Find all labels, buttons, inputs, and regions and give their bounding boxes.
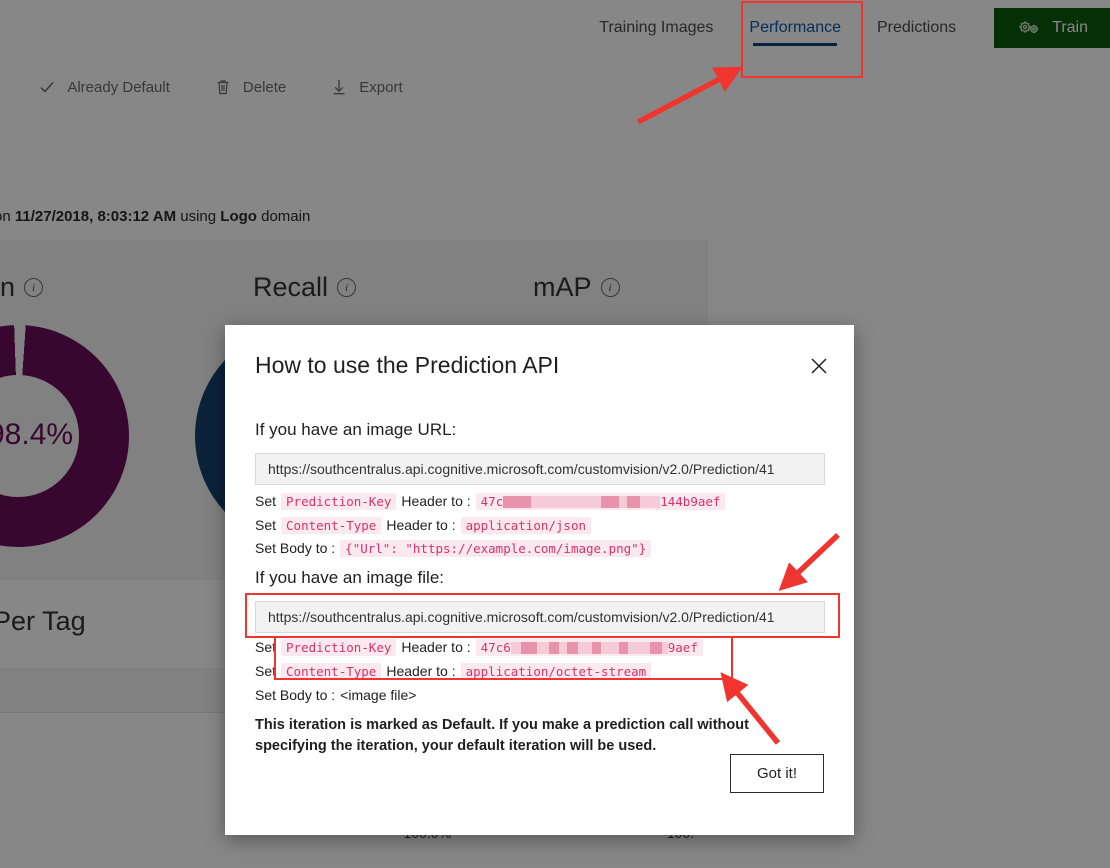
redaction-block xyxy=(531,495,546,508)
set-body-label: Set Body to : xyxy=(255,540,336,556)
redaction-block xyxy=(520,641,537,654)
redaction-block xyxy=(536,641,549,654)
prediction-key-value-redacted: 47c6 9aef xyxy=(475,639,703,656)
header-to-label: Header to : xyxy=(401,493,471,509)
file-prediction-key-line: Set Prediction-Key Header to : 47c6 9aef xyxy=(255,639,703,656)
set-label: Set xyxy=(255,493,277,509)
redaction-block xyxy=(640,495,661,508)
redaction-block xyxy=(577,641,592,654)
file-content-type-line: Set Content-Type Header to : application… xyxy=(255,663,652,680)
redaction-block xyxy=(567,495,602,508)
prediction-key-value-redacted: 47c 144b9aef xyxy=(475,493,726,510)
set-label: Set xyxy=(255,517,277,533)
header-to-label: Header to : xyxy=(401,639,471,655)
file-body-value: <image file> xyxy=(340,687,417,703)
content-type-value-code: application/octet-stream xyxy=(460,663,652,680)
redaction-block xyxy=(503,495,532,508)
redaction-block xyxy=(627,495,641,508)
default-iteration-note: This iteration is marked as Default. If … xyxy=(255,717,749,755)
redaction-block xyxy=(591,641,601,654)
redaction-block xyxy=(600,641,619,654)
prediction-key-header-code: Prediction-Key xyxy=(281,639,397,656)
url-content-type-line: Set Content-Type Header to : application… xyxy=(255,517,592,534)
file-body-line: Set Body to : <image file> xyxy=(255,687,416,703)
content-type-value-code: application/json xyxy=(460,517,592,534)
key-suffix: 9aef xyxy=(667,640,698,655)
prediction-key-header-code: Prediction-Key xyxy=(281,493,397,510)
content-type-header-code: Content-Type xyxy=(281,663,382,680)
prediction-api-dialog: How to use the Prediction API If you hav… xyxy=(225,325,854,835)
redaction-block xyxy=(618,641,628,654)
set-label: Set xyxy=(255,639,277,655)
set-label: Set xyxy=(255,663,277,679)
redaction-block xyxy=(548,641,559,654)
close-icon[interactable] xyxy=(804,351,834,381)
url-body-line: Set Body to : {"Url": "https://example.c… xyxy=(255,540,652,557)
key-prefix: 47c xyxy=(480,494,504,509)
key-suffix: 144b9aef xyxy=(660,494,721,509)
dialog-title: How to use the Prediction API xyxy=(255,352,560,378)
redaction-block xyxy=(566,641,578,654)
redaction-block xyxy=(619,495,628,508)
image-file-section-label: If you have an image file: xyxy=(255,568,445,587)
image-url-section-label: If you have an image URL: xyxy=(255,420,457,439)
header-to-label: Header to : xyxy=(386,517,456,533)
header-to-label: Header to : xyxy=(386,663,456,679)
url-prediction-key-line: Set Prediction-Key Header to : 47c 144b9… xyxy=(255,493,726,510)
content-type-header-code: Content-Type xyxy=(281,517,382,534)
redaction-block xyxy=(601,495,620,508)
image-file-endpoint-field[interactable]: https://southcentralus.api.cognitive.mic… xyxy=(255,601,825,633)
url-body-value-code: {"Url": "https://example.com/image.png"} xyxy=(340,540,652,557)
got-it-button[interactable]: Got it! xyxy=(730,754,824,793)
redaction-block xyxy=(545,495,568,508)
set-body-label: Set Body to : xyxy=(255,687,336,703)
redaction-block xyxy=(649,641,662,654)
image-url-endpoint-field[interactable]: https://southcentralus.api.cognitive.mic… xyxy=(255,453,825,485)
redaction-block xyxy=(558,641,567,654)
redaction-block xyxy=(627,641,650,654)
redaction-block xyxy=(510,641,521,654)
key-prefix: 47c6 xyxy=(480,640,511,655)
